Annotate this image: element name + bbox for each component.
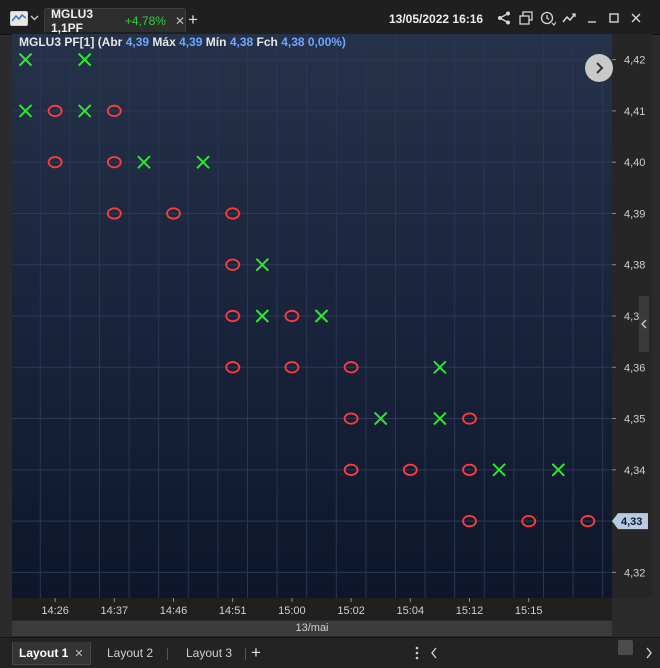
tab-symbol: MGLU3 1,1PF bbox=[51, 6, 93, 35]
scrollbar-thumb[interactable] bbox=[618, 640, 633, 655]
last-price-label: 4,33 bbox=[621, 516, 642, 528]
tab-divider bbox=[167, 648, 168, 660]
clock-icon[interactable] bbox=[540, 10, 556, 26]
chevron-left-icon bbox=[641, 319, 647, 329]
legend-label: MGLU3 PF[1] bbox=[19, 35, 95, 49]
legend-low: 4,38 bbox=[229, 35, 254, 49]
x-tick-label: 14:26 bbox=[41, 605, 69, 617]
scroll-left-icon[interactable] bbox=[430, 647, 438, 659]
legend-close-label: Fch bbox=[256, 35, 278, 49]
chevron-right-icon bbox=[596, 62, 604, 74]
scroll-right-button[interactable] bbox=[585, 54, 613, 82]
layout-tab-label: Layout 1 bbox=[19, 646, 69, 660]
symbol-tab[interactable]: MGLU3 1,1PF +4,78% ✕ bbox=[44, 6, 186, 35]
legend-pct: 0,00%) bbox=[307, 35, 346, 49]
scroll-right-icon[interactable] bbox=[645, 647, 653, 659]
side-panel-handle[interactable] bbox=[639, 296, 649, 352]
layout-tab-bar: Layout 1 ✕ Layout 2 Layout 3 + bbox=[0, 637, 660, 668]
windows-icon[interactable] bbox=[518, 10, 534, 26]
close-window-icon[interactable] bbox=[629, 10, 645, 26]
top-toolbar: MGLU3 1,1PF +4,78% ✕ + 13/05/2022 16:16 bbox=[0, 0, 660, 35]
layout-tab-1[interactable]: Layout 1 ✕ bbox=[12, 642, 91, 665]
x-tick-label: 15:15 bbox=[515, 605, 543, 617]
x-tick-label: 15:00 bbox=[278, 605, 306, 617]
close-tab-icon[interactable]: ✕ bbox=[175, 14, 185, 28]
y-tick-label: 4,39 bbox=[624, 208, 645, 220]
layout-tab-label: Layout 3 bbox=[186, 646, 233, 660]
y-tick-label: 4,41 bbox=[624, 106, 645, 118]
chevron-down-icon bbox=[30, 15, 39, 21]
x-tick-label: 15:02 bbox=[337, 605, 365, 617]
y-tick-label: 4,38 bbox=[624, 260, 645, 272]
minimize-icon[interactable] bbox=[585, 10, 601, 26]
more-options-icon[interactable] bbox=[414, 646, 420, 660]
legend-high: 4,39 bbox=[179, 35, 203, 49]
x-tick-label: 14:37 bbox=[101, 605, 129, 617]
y-tick-label: 4,40 bbox=[624, 157, 645, 169]
legend-open: 4,39 bbox=[125, 35, 150, 49]
pf-chart-svg bbox=[12, 34, 612, 598]
layout-tab-3[interactable]: Layout 3 bbox=[186, 642, 232, 664]
time-axis-svg: 14:26 14:37 14:46 14:51 15:00 15:02 15:04 15:12… bbox=[41, 598, 543, 617]
legend-high-label: Máx bbox=[152, 35, 176, 49]
line-chart-icon bbox=[10, 10, 28, 26]
x-tick-label: 15:12 bbox=[456, 605, 484, 617]
x-tick-label: 14:51 bbox=[219, 605, 247, 617]
tab-divider bbox=[245, 648, 246, 660]
tab-change: +4,78% bbox=[124, 13, 166, 28]
chart-type-selector[interactable] bbox=[10, 9, 40, 27]
legend-open-label: (Abr bbox=[97, 35, 123, 49]
time-axis[interactable]: 14:26 14:37 14:46 14:51 15:00 15:02 15:04 15:12… bbox=[12, 598, 612, 620]
layout-tab-label: Layout 2 bbox=[107, 646, 154, 660]
x-tick-label: 14:46 bbox=[160, 605, 188, 617]
datetime-display: 13/05/2022 16:16 bbox=[389, 12, 484, 26]
close-layout-icon[interactable]: ✕ bbox=[74, 647, 83, 660]
y-tick-label: 4,42 bbox=[624, 55, 645, 67]
add-tab-button[interactable]: + bbox=[188, 10, 198, 30]
y-tick-label: 4,34 bbox=[624, 465, 645, 477]
share-icon[interactable] bbox=[496, 10, 512, 26]
legend-low-label: Mín bbox=[205, 35, 227, 49]
x-tick-label: 15:04 bbox=[397, 605, 425, 617]
layout-tab-2[interactable]: Layout 2 bbox=[107, 642, 153, 664]
maximize-icon[interactable] bbox=[607, 10, 623, 26]
chart-plot-area[interactable] bbox=[12, 34, 612, 598]
y-tick-label: 4,36 bbox=[624, 362, 645, 374]
last-price-marker: 4,33 bbox=[612, 513, 648, 530]
date-bar: 13/mai bbox=[12, 621, 612, 636]
y-tick-label: 4,32 bbox=[624, 567, 645, 579]
add-layout-button[interactable]: + bbox=[251, 642, 261, 664]
chart-legend: MGLU3 PF[1] (Abr 4,39 Máx 4,39 Mín 4,38 … bbox=[19, 35, 346, 49]
y-tick-label: 4,35 bbox=[624, 414, 645, 426]
indicator-icon[interactable] bbox=[562, 10, 578, 26]
legend-close: 4,38 bbox=[281, 35, 305, 49]
